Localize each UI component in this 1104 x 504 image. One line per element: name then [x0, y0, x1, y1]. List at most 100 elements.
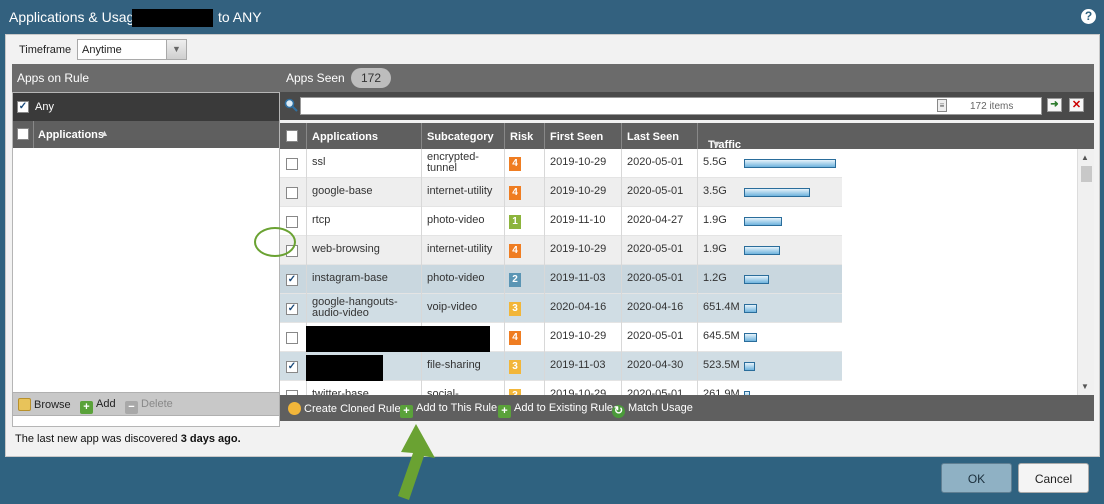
application-name[interactable]: rtcp	[312, 215, 330, 226]
application-name[interactable]: google-base	[312, 186, 373, 197]
apps-on-rule-header: Apps on Rule	[12, 64, 280, 92]
traffic-bar	[744, 304, 757, 313]
table-row[interactable]: web-browsing internet-utility 4 2019-10-29 2…	[280, 236, 842, 265]
ok-button[interactable]: OK	[941, 463, 1012, 493]
scroll-up-icon[interactable]: ▲	[1081, 153, 1089, 162]
status-emphasis: 3 days ago.	[180, 433, 241, 445]
last-seen-cell: 2020-05-01	[621, 178, 697, 207]
application-name-line1: google-base	[312, 185, 373, 197]
row-checkbox[interactable]: ✓	[286, 303, 298, 315]
traffic-bar	[744, 362, 755, 371]
status-prefix: The last new app was discovered	[15, 433, 178, 445]
scroll-thumb[interactable]	[1081, 166, 1092, 182]
subcategory-text: file-sharing	[427, 360, 481, 371]
last-seen-date: 2020-05-01	[627, 243, 684, 255]
row-checkbox[interactable]	[286, 216, 298, 228]
column-subcategory-label: Subcategory	[427, 131, 494, 143]
row-checkbox[interactable]: ✓	[286, 274, 298, 286]
last-seen-cell: 2020-04-16	[621, 294, 697, 323]
table-row[interactable]: google-base internet-utility 4 2019-10-29 20…	[280, 178, 842, 207]
select-all-apps-checkbox[interactable]	[286, 130, 298, 142]
scroll-down-icon[interactable]: ▼	[1081, 382, 1089, 391]
application-name[interactable]: ssl	[312, 157, 325, 168]
search-input[interactable]	[300, 97, 1042, 115]
window-titlebar: Applications & Usage - to ANY ?	[0, 0, 1104, 34]
table-row[interactable]: 4 2019-10-29 2020-05-01 645.5M	[280, 323, 842, 352]
table-row[interactable]: ✓ file-sharing 3 2019-11-03 2020-04-30 523.5M	[280, 352, 842, 381]
table-row[interactable]: ✓ instagram-base photo-video 2 2019-11-03 202…	[280, 265, 842, 294]
delete-button[interactable]: − Delete	[125, 398, 173, 414]
column-subcategory[interactable]: Subcategory	[421, 123, 504, 149]
traffic-value: 651.4M	[703, 301, 740, 313]
table-row[interactable]: ssl encrypted-tunnel 4 2019-10-29 2020-05-01…	[280, 149, 842, 178]
row-checkbox[interactable]	[286, 187, 298, 199]
folder-icon	[18, 398, 31, 411]
traffic-value: 3.5G	[703, 185, 727, 197]
application-name-line1: web-browsing	[312, 243, 380, 255]
add-to-this-rule-button[interactable]: + Add to This Rule	[400, 402, 497, 418]
filter-icon[interactable]: ≡	[937, 99, 947, 112]
window-title-suffix: to ANY	[218, 9, 262, 25]
last-seen-cell: 2020-05-01	[621, 265, 697, 294]
first-seen-date: 2019-11-10	[550, 214, 606, 226]
match-usage-button[interactable]: ↻ Match Usage	[612, 402, 693, 418]
help-icon[interactable]: ?	[1081, 9, 1096, 24]
match-usage-label: Match Usage	[628, 402, 693, 414]
subcategory-cell: encrypted-tunnel	[421, 149, 504, 178]
column-first-seen[interactable]: First Seen	[544, 123, 621, 149]
browse-button[interactable]: Browse	[18, 398, 71, 411]
application-name[interactable]: web-browsing	[312, 244, 380, 255]
clear-filter-icon[interactable]: ✕	[1069, 98, 1084, 112]
subcategory-line1: photo-video	[427, 214, 485, 226]
first-seen-date: 2019-11-03	[550, 272, 606, 284]
risk-cell: 4	[504, 323, 544, 352]
table-row[interactable]: twitter-base social- 32019-10-292020-05-01…	[280, 381, 842, 395]
add-to-existing-rule-button[interactable]: + Add to Existing Rule	[498, 402, 613, 418]
any-row[interactable]: ✓ Any	[13, 93, 279, 121]
select-all-checkbox[interactable]	[17, 128, 29, 140]
last-seen-cell: 2020-05-01	[621, 236, 697, 265]
row-checkbox-cell	[280, 178, 306, 207]
last-seen-cell: 2020-05-01	[621, 381, 697, 395]
row-checkbox[interactable]	[286, 332, 298, 344]
add-button[interactable]: + Add	[80, 398, 116, 414]
last-seen-date: 2020-05-01	[627, 156, 684, 168]
applications-column-header[interactable]: Applications ▲	[13, 121, 279, 148]
first-seen-cell: 2020-04-16	[544, 294, 621, 323]
traffic-bar	[744, 217, 782, 226]
column-last-seen[interactable]: Last Seen	[621, 123, 697, 149]
apps-on-rule-panel: ✓ Any Applications ▲	[12, 92, 280, 427]
create-cloned-rule-button[interactable]: Create Cloned Rule	[288, 402, 401, 415]
any-checkbox[interactable]: ✓	[17, 101, 29, 113]
vertical-scrollbar[interactable]: ▲ ▼	[1077, 149, 1094, 395]
chevron-down-icon[interactable]: ▼	[166, 40, 186, 59]
first-seen-cell: 2019-11-10	[544, 207, 621, 236]
left-footer-toolbar: Browse + Add − Delete	[12, 392, 280, 416]
right-footer-toolbar: Create Cloned Rule + Add to This Rule + Ad…	[280, 395, 1094, 421]
apps-table-header: Applications Subcategory Risk First Seen…	[280, 123, 1094, 175]
sort-ascending-icon[interactable]: ▲	[100, 128, 109, 138]
search-icon[interactable]	[284, 98, 298, 112]
traffic-cell: 3.5G	[697, 178, 842, 207]
plus-icon: +	[400, 405, 413, 418]
column-risk[interactable]: Risk	[504, 123, 544, 149]
subcategory-cell: file-sharing	[421, 352, 504, 381]
table-row[interactable]: ✓ google-hangouts-audio-video voip-video 3 2…	[280, 294, 842, 323]
apply-filter-icon[interactable]: ➜	[1047, 98, 1062, 112]
column-applications[interactable]: Applications	[306, 123, 421, 149]
table-row[interactable]: rtcp photo-video 1 2019-11-10 2020-04-27 1.9G	[280, 207, 842, 236]
row-checkbox[interactable]	[286, 158, 298, 170]
subcategory-cell: internet-utility	[421, 236, 504, 265]
timeframe-select[interactable]: Anytime ▼	[77, 39, 187, 60]
column-traffic[interactable]: Traffic (30 days)▼	[697, 123, 1094, 175]
row-checkbox[interactable]: ✓	[286, 361, 298, 373]
traffic-cell: 1.2G	[697, 265, 842, 294]
risk-cell: 3	[504, 352, 544, 381]
subcategory-cell: social-	[421, 381, 504, 395]
application-name[interactable]: instagram-base	[312, 273, 388, 284]
application-cell: google-base	[306, 178, 421, 207]
cancel-button[interactable]: Cancel	[1018, 463, 1089, 493]
first-seen-cell: 2019-11-03	[544, 265, 621, 294]
last-seen-date: 2020-04-27	[627, 214, 684, 226]
application-name[interactable]: google-hangouts-audio-video	[312, 297, 398, 319]
